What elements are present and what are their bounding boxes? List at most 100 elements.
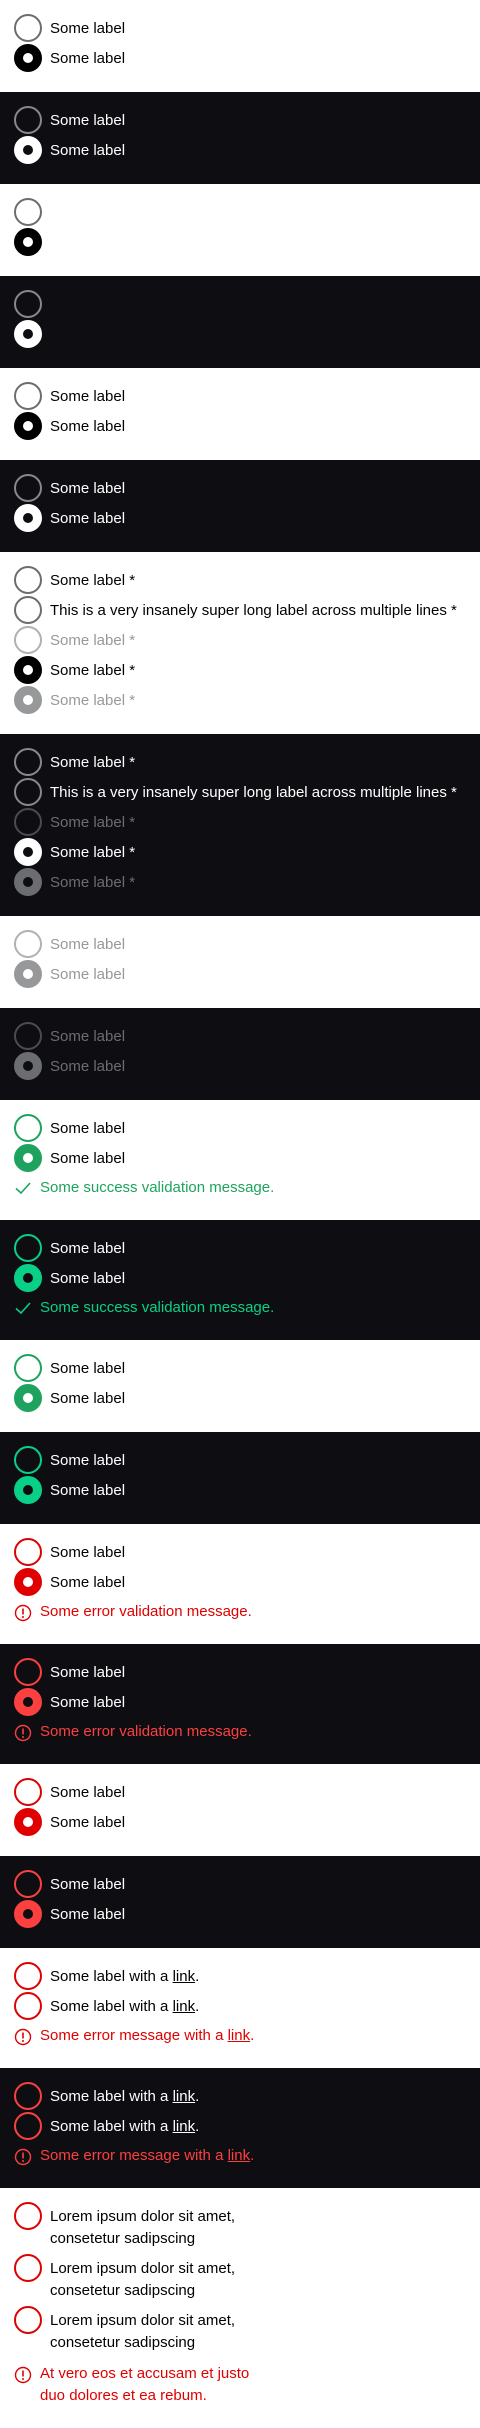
radio-option[interactable]: Some label [14,1476,472,1506]
radio-label: This is a very insanely super long label… [50,602,457,619]
radio-disabled-checked [14,868,42,896]
radio-error[interactable] [14,2112,42,2140]
radio-error[interactable] [14,1658,42,1686]
radio-option[interactable] [14,198,472,226]
radio-label: Some label [50,1906,126,1923]
radio-option[interactable]: Some label [14,44,472,74]
radio-option[interactable] [14,290,472,318]
radio-error-checked[interactable] [14,1568,42,1596]
radio-option[interactable]: Some label [14,1234,472,1264]
radio-unchecked[interactable] [14,106,42,134]
radio-success[interactable] [14,1446,42,1474]
radio-success-checked[interactable] [14,1384,42,1412]
radio-label: Some label * [50,844,136,861]
radio-error-checked[interactable] [14,1900,42,1928]
radio-option[interactable]: Some label [14,1446,472,1476]
radio-option[interactable]: Some label [14,1688,472,1718]
radio-checked[interactable] [14,44,42,72]
radio-error[interactable] [14,1870,42,1898]
radio-option[interactable]: Some label [14,136,472,166]
radio-option[interactable]: Lorem ipsum dolor sit amet, consetetur s… [14,2306,254,2354]
radio-error[interactable] [14,1962,42,1990]
radio-option[interactable]: Some label [14,1144,472,1174]
error-text: Some error message with a [40,2027,228,2044]
radio-option[interactable]: Some label with a link. [14,2082,472,2112]
radio-option[interactable]: Some label * [14,566,472,596]
radio-option[interactable]: Some label with a link. [14,2112,472,2142]
section-error-link-dark: Some label with a link. Some label with … [0,2068,480,2188]
radio-label: Some label * [50,572,136,589]
radio-error[interactable] [14,2306,42,2334]
radio-option[interactable]: Some label with a link. [14,1962,472,1992]
radio-option[interactable]: Some label * [14,838,472,868]
radio-error-checked[interactable] [14,1688,42,1716]
radio-option[interactable]: Some label [14,106,472,136]
radio-option[interactable] [14,320,472,348]
radio-success[interactable] [14,1354,42,1382]
radio-option[interactable]: Some label * [14,748,472,778]
radio-unchecked[interactable] [14,198,42,226]
radio-option[interactable] [14,228,472,256]
radio-success-checked[interactable] [14,1144,42,1172]
radio-success-checked[interactable] [14,1264,42,1292]
radio-option[interactable]: This is a very insanely super long label… [14,778,472,808]
radio-option[interactable]: Some label [14,504,472,534]
radio-success[interactable] [14,1234,42,1262]
radio-success-checked[interactable] [14,1476,42,1504]
radio-error[interactable] [14,1538,42,1566]
radio-disabled [14,1022,42,1050]
radio-option[interactable]: Some label [14,1658,472,1688]
radio-option[interactable]: Some label [14,1264,472,1294]
radio-label: Some label * [50,754,136,771]
radio-option[interactable]: Some label [14,382,472,412]
radio-option[interactable]: Some label [14,474,472,504]
label-link[interactable]: link [173,2118,196,2135]
radio-unchecked[interactable] [14,290,42,318]
error-link[interactable]: link [228,2147,251,2164]
section-basic-light: Some label Some label [0,0,480,92]
radio-unchecked[interactable] [14,748,42,776]
radio-option[interactable]: Some label [14,1900,472,1930]
label-link[interactable]: link [173,1998,196,2015]
radio-checked[interactable] [14,228,42,256]
radio-option[interactable]: Some label [14,1384,472,1414]
radio-unchecked[interactable] [14,778,42,806]
radio-unchecked[interactable] [14,14,42,42]
error-link[interactable]: link [228,2027,251,2044]
radio-error[interactable] [14,2082,42,2110]
radio-option[interactable]: Some label [14,1114,472,1144]
radio-option[interactable]: Some label [14,14,472,44]
radio-option[interactable]: Some label [14,412,472,442]
radio-checked[interactable] [14,504,42,532]
radio-option[interactable]: Some label [14,1808,472,1838]
radio-option-disabled: Some label * [14,868,472,898]
radio-unchecked[interactable] [14,382,42,410]
radio-unchecked[interactable] [14,596,42,624]
radio-option[interactable]: Some label with a link. [14,1992,472,2022]
label-link[interactable]: link [173,1968,196,1985]
radio-error[interactable] [14,1778,42,1806]
radio-option[interactable]: Some label [14,1538,472,1568]
radio-error[interactable] [14,2202,42,2230]
radio-option[interactable]: Lorem ipsum dolor sit amet, consetetur s… [14,2202,254,2250]
radio-error-checked[interactable] [14,1808,42,1836]
radio-unchecked[interactable] [14,474,42,502]
radio-option[interactable]: Some label [14,1778,472,1808]
radio-option[interactable]: Some label * [14,656,472,686]
radio-checked[interactable] [14,412,42,440]
radio-option[interactable]: This is a very insanely super long label… [14,596,472,626]
radio-checked[interactable] [14,320,42,348]
radio-option[interactable]: Some label [14,1568,472,1598]
radio-label: Some label [50,20,126,37]
radio-checked[interactable] [14,838,42,866]
radio-success[interactable] [14,1114,42,1142]
radio-option[interactable]: Some label [14,1354,472,1384]
radio-unchecked[interactable] [14,566,42,594]
radio-error[interactable] [14,2254,42,2282]
radio-error[interactable] [14,1992,42,2020]
radio-option[interactable]: Lorem ipsum dolor sit amet, consetetur s… [14,2254,254,2302]
radio-option[interactable]: Some label [14,1870,472,1900]
radio-checked[interactable] [14,136,42,164]
label-link[interactable]: link [173,2088,196,2105]
radio-checked[interactable] [14,656,42,684]
